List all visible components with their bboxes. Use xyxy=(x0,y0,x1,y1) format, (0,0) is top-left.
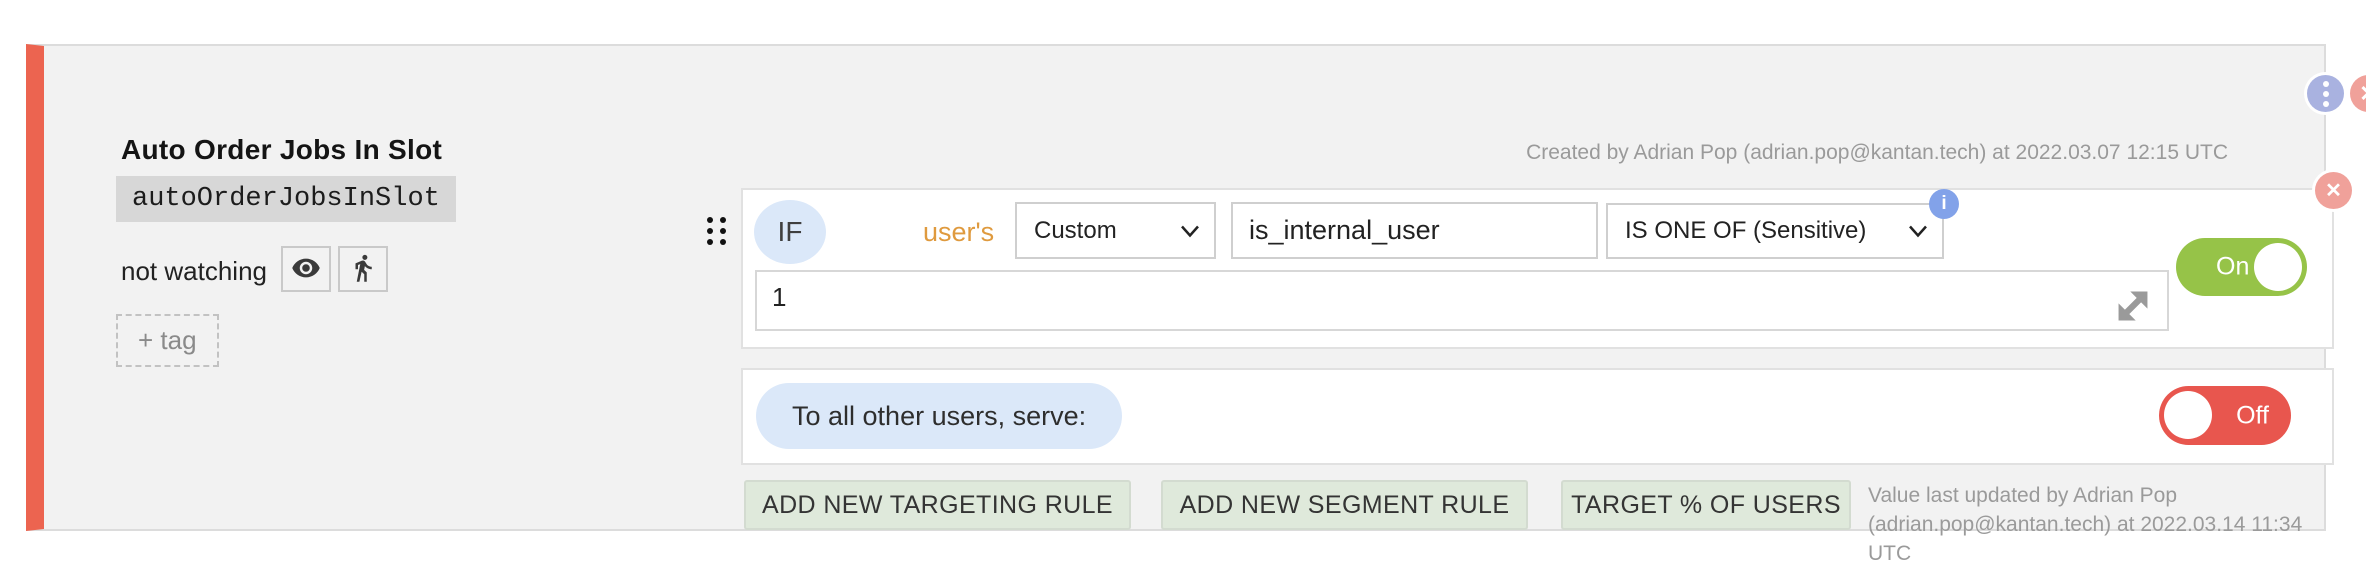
comparison-value-textarea[interactable]: 1 xyxy=(755,270,2169,331)
drag-handle[interactable] xyxy=(707,217,729,251)
watch-status-label: not watching xyxy=(121,256,267,287)
kebab-menu-icon xyxy=(2323,81,2329,107)
created-by-text: Created by Adrian Pop (adrian.pop@kantan… xyxy=(1526,141,2228,165)
attribute-type-select[interactable]: Custom xyxy=(1015,202,1216,259)
walking-person-icon xyxy=(348,253,378,286)
chevron-down-icon xyxy=(1908,225,1928,238)
toggle-off-label: Off xyxy=(2236,401,2269,430)
comparator-select[interactable]: IS ONE OF (Sensitive) xyxy=(1606,203,1944,259)
chevron-down-icon xyxy=(1180,224,1200,237)
card-close-button[interactable]: ✕ xyxy=(2350,75,2366,112)
card-kebab-menu-button[interactable] xyxy=(2307,75,2344,112)
remove-rule-button[interactable]: ✕ xyxy=(2315,172,2352,209)
expand-textarea-icon[interactable] xyxy=(2116,289,2150,323)
close-icon: ✕ xyxy=(2359,81,2366,107)
toggle-knob xyxy=(2164,391,2212,439)
add-segment-rule-button[interactable]: ADD NEW SEGMENT RULE xyxy=(1161,480,1528,530)
add-targeting-rule-button[interactable]: ADD NEW TARGETING RULE xyxy=(744,480,1131,530)
if-label-pill: IF xyxy=(754,200,826,264)
target-percentage-button[interactable]: TARGET % OF USERS xyxy=(1561,480,1851,530)
rule-serve-toggle-on[interactable]: On xyxy=(2176,238,2307,296)
feature-flag-screen: Auto Order Jobs In Slot autoOrderJobsInS… xyxy=(0,0,2366,572)
feature-flag-card: Auto Order Jobs In Slot autoOrderJobsInS… xyxy=(26,44,2326,531)
attribute-type-value: Custom xyxy=(1034,217,1117,245)
attribute-name-input[interactable] xyxy=(1231,202,1598,259)
toggle-knob xyxy=(2254,243,2302,291)
info-icon[interactable]: i xyxy=(1929,189,1959,219)
user-targeting-button[interactable] xyxy=(338,246,388,292)
comparator-value: IS ONE OF (Sensitive) xyxy=(1625,217,1866,245)
last-updated-text: Value last updated by Adrian Pop (adrian… xyxy=(1868,481,2326,568)
watch-flag-button[interactable] xyxy=(281,246,331,292)
default-serve-toggle-off[interactable]: Off xyxy=(2159,386,2291,445)
close-icon: ✕ xyxy=(2325,178,2342,203)
flag-key: autoOrderJobsInSlot xyxy=(116,176,456,222)
subject-label: user's xyxy=(923,217,994,248)
flag-title: Auto Order Jobs In Slot xyxy=(121,134,442,166)
toggle-on-label: On xyxy=(2216,253,2249,282)
eye-icon xyxy=(291,253,321,286)
add-tag-button[interactable]: + tag xyxy=(116,314,219,367)
default-rule-label-pill: To all other users, serve: xyxy=(756,383,1122,449)
